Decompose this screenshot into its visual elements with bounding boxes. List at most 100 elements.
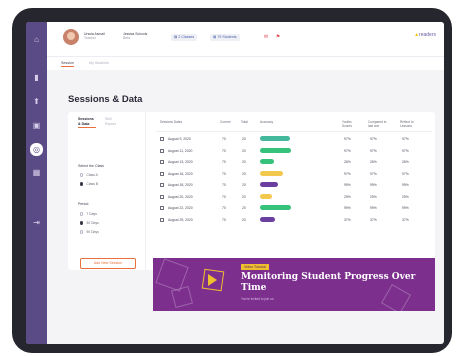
col-header-youths-scores[interactable]: Youths Scores bbox=[342, 120, 360, 129]
row-checkbox[interactable] bbox=[160, 217, 164, 222]
class-option-a[interactable]: Class A bbox=[80, 173, 98, 178]
cell-date: August 11, 2020 bbox=[168, 148, 193, 153]
accuracy-bar bbox=[260, 147, 291, 153]
row-checkbox[interactable] bbox=[160, 148, 164, 153]
table-row[interactable]: August 25, 2020 70 20 37% 37% 37% bbox=[156, 215, 432, 225]
col-header-dates[interactable]: Sessions Dates bbox=[160, 120, 200, 125]
accuracy-bar bbox=[260, 216, 276, 222]
table-row[interactable]: August 11, 2020 70 20 97% 97% 97% bbox=[156, 146, 432, 156]
cell-correct: 70 bbox=[222, 217, 226, 222]
avatar[interactable] bbox=[63, 29, 79, 45]
alert-icon[interactable]: ⚑ bbox=[275, 34, 281, 40]
filter-panel: Sessions & Data Skill Report Select the … bbox=[68, 112, 146, 270]
accuracy-bar bbox=[260, 159, 274, 164]
cell-reflect: 99% bbox=[402, 206, 409, 210]
row-checkbox[interactable] bbox=[160, 137, 164, 141]
top-bar: Ursula Asmail Teacher Jessica Schools Be… bbox=[47, 22, 444, 56]
cell-reflect: 26% bbox=[402, 160, 409, 164]
sidebar: ⌂ ▮ ⬆ ▣ ◎ ▦ ⇥ bbox=[26, 22, 47, 344]
table-row[interactable]: August 20, 2020 70 20 29% 29% 29% bbox=[156, 192, 432, 202]
cell-date: August 16, 2020 bbox=[168, 171, 193, 176]
tab-session[interactable]: Session bbox=[61, 61, 74, 67]
home-icon[interactable]: ⌂ bbox=[31, 34, 42, 45]
accuracy-bar bbox=[260, 136, 290, 141]
col-header-reflect[interactable]: Reflect to Lessons bbox=[400, 120, 424, 129]
cell-compared: 26% bbox=[370, 160, 377, 164]
cell-youths-score: 99% bbox=[344, 183, 351, 187]
rocket-icon[interactable]: ⬆ bbox=[31, 96, 42, 107]
cell-total: 20 bbox=[242, 194, 246, 199]
cell-youths-score: 97% bbox=[344, 137, 351, 141]
table-row[interactable]: August 13, 2020 70 20 26% 26% 26% bbox=[156, 157, 432, 167]
notification-icon[interactable]: ✉ bbox=[263, 34, 269, 40]
table-row[interactable]: August 18, 2020 70 20 99% 99% 99% bbox=[156, 180, 432, 190]
col-header-total[interactable]: Total bbox=[241, 120, 253, 125]
decor-square bbox=[170, 285, 194, 309]
cell-date: August 13, 2020 bbox=[168, 160, 193, 164]
cell-compared: 97% bbox=[370, 137, 377, 141]
book-icon[interactable]: ▣ bbox=[31, 120, 42, 131]
row-checkbox[interactable] bbox=[160, 171, 164, 176]
cell-correct: 70 bbox=[222, 206, 226, 210]
target-icon[interactable]: ◎ bbox=[30, 143, 43, 156]
period-option-7[interactable]: 7 Days bbox=[80, 212, 97, 217]
table-row[interactable]: August 9, 2020 70 20 97% 97% 97% bbox=[156, 134, 432, 144]
accuracy-bar bbox=[260, 170, 284, 176]
cell-reflect: 97% bbox=[402, 171, 409, 176]
cell-compared: 29% bbox=[370, 194, 377, 199]
table-row[interactable]: August 16, 2020 70 20 97% 97% 97% bbox=[156, 169, 432, 179]
cell-date: August 22, 2020 bbox=[168, 206, 193, 210]
cell-youths-score: 26% bbox=[344, 160, 351, 164]
cell-compared: 37% bbox=[370, 217, 377, 222]
radio-selected-icon bbox=[80, 221, 84, 225]
class-option-label: Class B bbox=[86, 182, 99, 186]
cell-total: 20 bbox=[242, 206, 246, 210]
cell-total: 20 bbox=[242, 217, 246, 222]
tab-my-students[interactable]: My Students bbox=[89, 61, 109, 65]
video-tutorial-banner[interactable]: Video Tutorial Monitoring Student Progre… bbox=[153, 258, 435, 311]
table-row[interactable]: August 22, 2020 70 20 99% 99% 99% bbox=[156, 203, 432, 213]
cell-reflect: 97% bbox=[402, 137, 409, 141]
period-option-label: 7 Days bbox=[86, 212, 97, 216]
school-sub: Beta bbox=[123, 36, 130, 40]
row-checkbox[interactable] bbox=[160, 183, 164, 187]
cell-reflect: 97% bbox=[402, 148, 409, 153]
grid-icon[interactable]: ▦ bbox=[31, 167, 42, 178]
row-checkbox[interactable] bbox=[160, 160, 164, 164]
radio-icon bbox=[80, 230, 84, 234]
table-header: Sessions Dates Correct Total Accuracy Yo… bbox=[156, 118, 432, 132]
students-pill[interactable]: ▤ 79 Students bbox=[210, 34, 240, 41]
cell-total: 20 bbox=[242, 171, 246, 176]
tab-sessions-data[interactable]: Sessions & Data bbox=[78, 117, 96, 128]
cell-total: 20 bbox=[242, 137, 246, 141]
col-header-accuracy[interactable]: Accuracy bbox=[260, 120, 290, 125]
class-option-b[interactable]: Class B bbox=[80, 182, 98, 187]
bar-chart-icon[interactable]: ▮ bbox=[31, 72, 42, 83]
cell-compared: 99% bbox=[370, 183, 377, 187]
cell-date: August 20, 2020 bbox=[168, 194, 193, 199]
cell-total: 20 bbox=[242, 160, 246, 164]
banner-title[interactable]: Monitoring Student Progress Over Time bbox=[241, 272, 416, 294]
app-screen: ⌂ ▮ ⬆ ▣ ◎ ▦ ⇥ Ursula Asmail Teacher Jess… bbox=[26, 22, 444, 344]
tab-skill-report[interactable]: Skill Report bbox=[105, 117, 123, 126]
row-checkbox[interactable] bbox=[160, 206, 164, 210]
cell-correct: 70 bbox=[222, 137, 226, 141]
col-header-compared[interactable]: Compared to last one bbox=[368, 120, 392, 129]
play-icon[interactable] bbox=[208, 274, 217, 286]
add-session-button[interactable]: Add New Session bbox=[80, 258, 136, 269]
page-title: Sessions & Data bbox=[68, 94, 143, 105]
logout-icon[interactable]: ⇥ bbox=[31, 217, 42, 228]
row-checkbox[interactable] bbox=[160, 194, 164, 199]
col-header-correct[interactable]: Correct bbox=[220, 120, 234, 125]
cell-compared: 97% bbox=[370, 148, 377, 153]
user-role: Teacher bbox=[84, 36, 97, 40]
cell-youths-score: 97% bbox=[344, 148, 351, 153]
cell-date: August 25, 2020 bbox=[168, 217, 193, 222]
classes-pill[interactable]: ▤ 2 Classes bbox=[171, 34, 198, 41]
cell-total: 20 bbox=[242, 183, 246, 187]
period-option-30[interactable]: 30 Days bbox=[80, 221, 99, 226]
cell-reflect: 37% bbox=[402, 217, 409, 222]
sessions-card: Sessions & Data Skill Report Select the … bbox=[68, 112, 435, 270]
cell-correct: 70 bbox=[222, 160, 226, 164]
period-option-90[interactable]: 90 Days bbox=[80, 230, 99, 235]
